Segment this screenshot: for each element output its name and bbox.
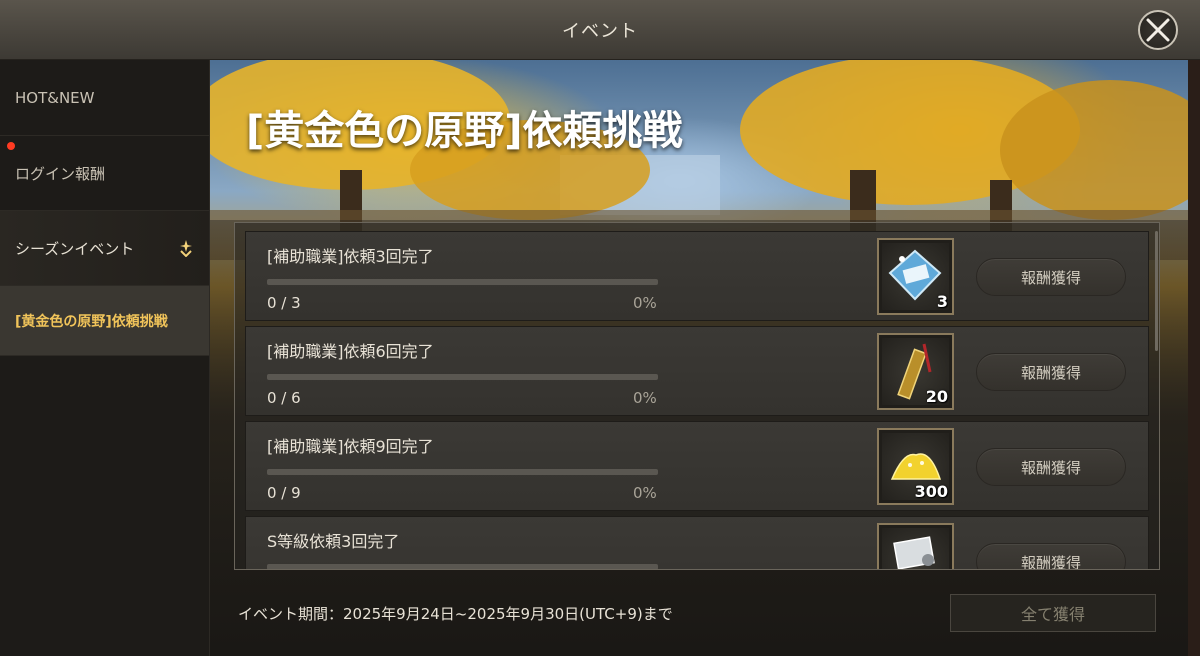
task-row: [補助職業]依頼6回完了 0 / 6 0% 20 報酬獲得 [245,326,1149,416]
claim-reward-button[interactable]: 報酬獲得 [976,258,1126,296]
event-period: イベント期間：2025年9月24日~2025年9月30日(UTC+9)まで [238,605,673,623]
sparkle-arrow-icon [180,240,192,257]
reward-item[interactable]: 300 [877,428,954,505]
claim-reward-button[interactable]: 報酬獲得 [976,543,1126,569]
sidebar-item-label: HOT&NEW [15,88,95,107]
task-row: [補助職業]依頼9回完了 0 / 9 0% 300 報酬獲得 [245,421,1149,511]
progress-percent: 0% [633,484,657,502]
reward-item[interactable]: 3 [877,238,954,315]
event-title: [黄金色の原野]依頼挑戦 [246,108,683,154]
task-row: [補助職業]依頼3回完了 0 / 3 0% 3 報酬獲得 [245,231,1149,321]
event-panel: [黄金色の原野]依頼挑戦 [補助職業]依頼3回完了 0 / 3 0% 3 報酬獲… [210,60,1188,656]
progress-bar [267,564,658,569]
notification-dot [7,142,15,150]
close-button[interactable] [1138,10,1178,50]
progress-count: 0 / 9 [267,484,301,502]
progress-percent: 0% [633,294,657,312]
progress-bar [267,374,658,380]
reward-quantity: 3 [936,292,948,311]
close-icon [1146,18,1170,42]
progress-percent: 0% [633,389,657,407]
window-header: イベント [0,0,1200,60]
claim-reward-button[interactable]: 報酬獲得 [976,353,1126,391]
progress-count: 0 / 6 [267,389,301,407]
background-edge [1188,60,1200,656]
sidebar-item-label: ログイン報酬 [15,164,106,183]
reward-item[interactable]: 20 [877,333,954,410]
sidebar-item-label: シーズンイベント [15,239,135,258]
scrollbar[interactable] [1155,231,1158,351]
reward-slot [882,528,949,569]
sidebar-item-login-reward[interactable]: ログイン報酬 [0,136,209,211]
document-icon [893,536,935,569]
progress-count: 0 / 3 [267,294,301,312]
task-row: S等級依頼3回完了 報酬獲得 [245,516,1149,569]
reward-item[interactable] [877,523,954,569]
task-name: [補助職業]依頼3回完了 [267,247,434,266]
task-name: S等級依頼3回完了 [267,532,400,551]
claim-reward-button[interactable]: 報酬獲得 [976,448,1126,486]
event-sidebar: HOT&NEW ログイン報酬 シーズンイベント [黄金色の原野]依頼挑戦 [0,60,210,656]
sidebar-item-label: [黄金色の原野]依頼挑戦 [15,313,168,330]
reward-quantity: 300 [914,482,948,501]
task-name: [補助職業]依頼9回完了 [267,437,434,456]
progress-bar [267,469,658,475]
sidebar-item-season-event[interactable]: シーズンイベント [0,211,209,286]
sidebar-item-hot-new[interactable]: HOT&NEW [0,60,209,136]
reward-quantity: 20 [925,387,948,406]
claim-all-button[interactable]: 全て獲得 [950,594,1156,632]
task-list[interactable]: [補助職業]依頼3回完了 0 / 3 0% 3 報酬獲得 [補助職業]依頼6回完… [234,222,1160,570]
task-name: [補助職業]依頼6回完了 [267,342,434,361]
progress-bar [267,279,658,285]
sidebar-item-golden-field[interactable]: [黄金色の原野]依頼挑戦 [0,286,209,356]
window-title: イベント [562,20,638,42]
